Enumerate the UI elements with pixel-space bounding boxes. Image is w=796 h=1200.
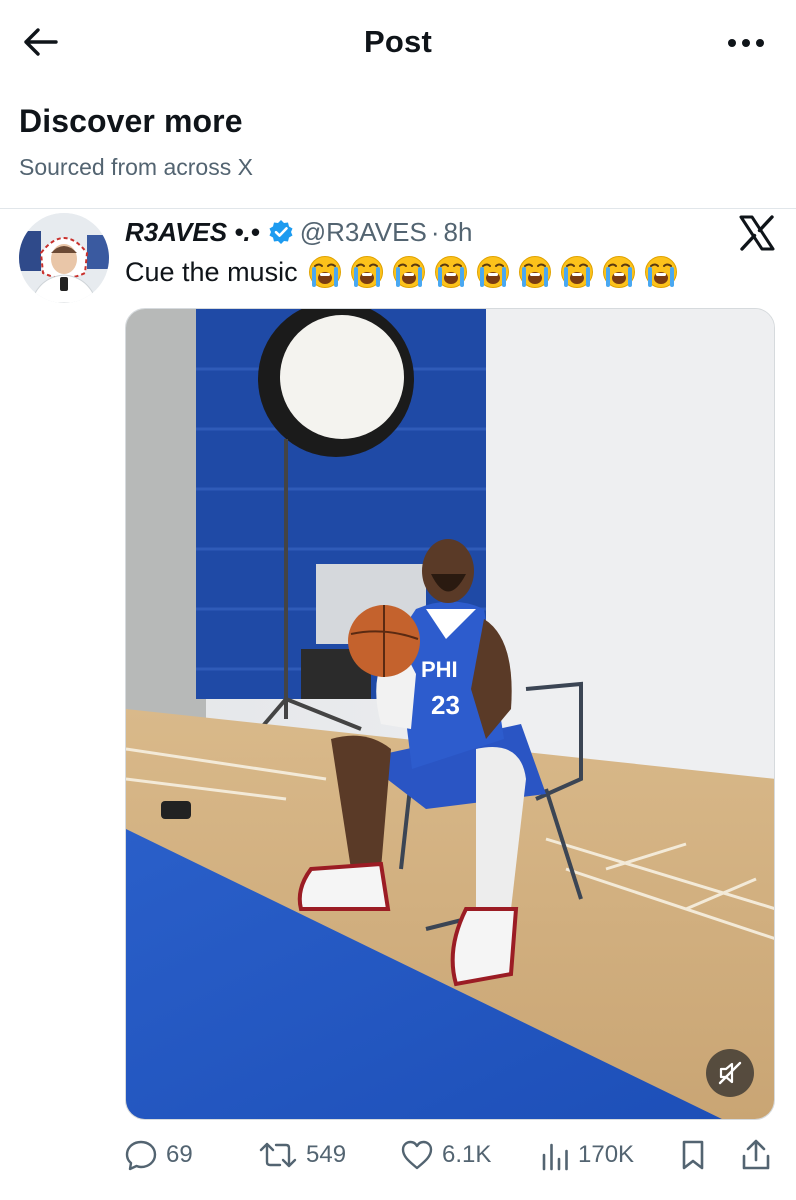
reply-button[interactable]: 69	[124, 1138, 193, 1172]
loudly-crying-face-emoji	[560, 256, 593, 288]
action-bar: 69 549 6.1K 170K	[0, 1132, 796, 1178]
loudly-crying-face-emoji	[476, 256, 509, 288]
avatar-image	[19, 213, 109, 303]
verified-badge-icon	[269, 220, 293, 244]
tweet-text-row: Cue the music	[125, 254, 686, 290]
tweet-header: R3AVES •.• @R3AVES · 8h	[125, 214, 472, 250]
separator-dot: ·	[430, 216, 440, 247]
avatar[interactable]	[19, 213, 109, 303]
discover-subtitle: Sourced from across X	[19, 154, 253, 180]
x-logo-icon[interactable]	[738, 214, 776, 252]
post-time[interactable]: 8h	[444, 217, 473, 248]
reply-icon	[125, 1140, 157, 1171]
svg-text:23: 23	[431, 690, 460, 720]
more-options-button[interactable]	[718, 26, 774, 60]
loudly-crying-face-emoji	[434, 256, 467, 288]
top-bar: Post	[0, 0, 796, 86]
repost-button[interactable]: 549	[258, 1138, 346, 1172]
more-horizontal-icon	[728, 39, 764, 47]
bookmark-button[interactable]	[679, 1138, 707, 1172]
video-frame: PHI 23	[126, 309, 774, 1119]
loudly-crying-face-emoji	[350, 256, 383, 288]
loudly-crying-face-emoji	[308, 256, 341, 288]
tweet-text: Cue the music	[125, 256, 298, 287]
like-count: 6.1K	[442, 1141, 492, 1168]
loudly-crying-face-emoji	[602, 256, 635, 288]
heart-icon	[401, 1140, 433, 1170]
author-name[interactable]: R3AVES •.•	[125, 217, 260, 248]
views-button[interactable]: 170K	[540, 1138, 634, 1172]
repost-count: 549	[306, 1141, 347, 1168]
view-count: 170K	[578, 1141, 635, 1168]
author-handle[interactable]: @R3AVES	[300, 217, 427, 248]
repost-icon	[259, 1142, 297, 1168]
loudly-crying-face-emoji	[518, 256, 551, 288]
discover-title: Discover more	[19, 103, 243, 139]
share-icon	[742, 1139, 770, 1170]
speaker-muted-icon	[718, 1061, 742, 1085]
like-button[interactable]: 6.1K	[400, 1138, 491, 1172]
share-button[interactable]	[740, 1138, 772, 1172]
loudly-crying-face-emoji	[644, 256, 677, 288]
divider	[0, 208, 796, 209]
mute-button[interactable]	[706, 1049, 754, 1097]
bookmark-icon	[682, 1140, 704, 1170]
svg-text:PHI: PHI	[421, 657, 458, 682]
page-title: Post	[364, 24, 432, 59]
emoji-row	[308, 255, 686, 289]
views-icon	[542, 1143, 568, 1171]
loudly-crying-face-emoji	[392, 256, 425, 288]
reply-count: 69	[166, 1141, 193, 1168]
video-player[interactable]: PHI 23	[125, 308, 775, 1120]
discover-section: Discover more Sourced from across X	[19, 103, 253, 181]
